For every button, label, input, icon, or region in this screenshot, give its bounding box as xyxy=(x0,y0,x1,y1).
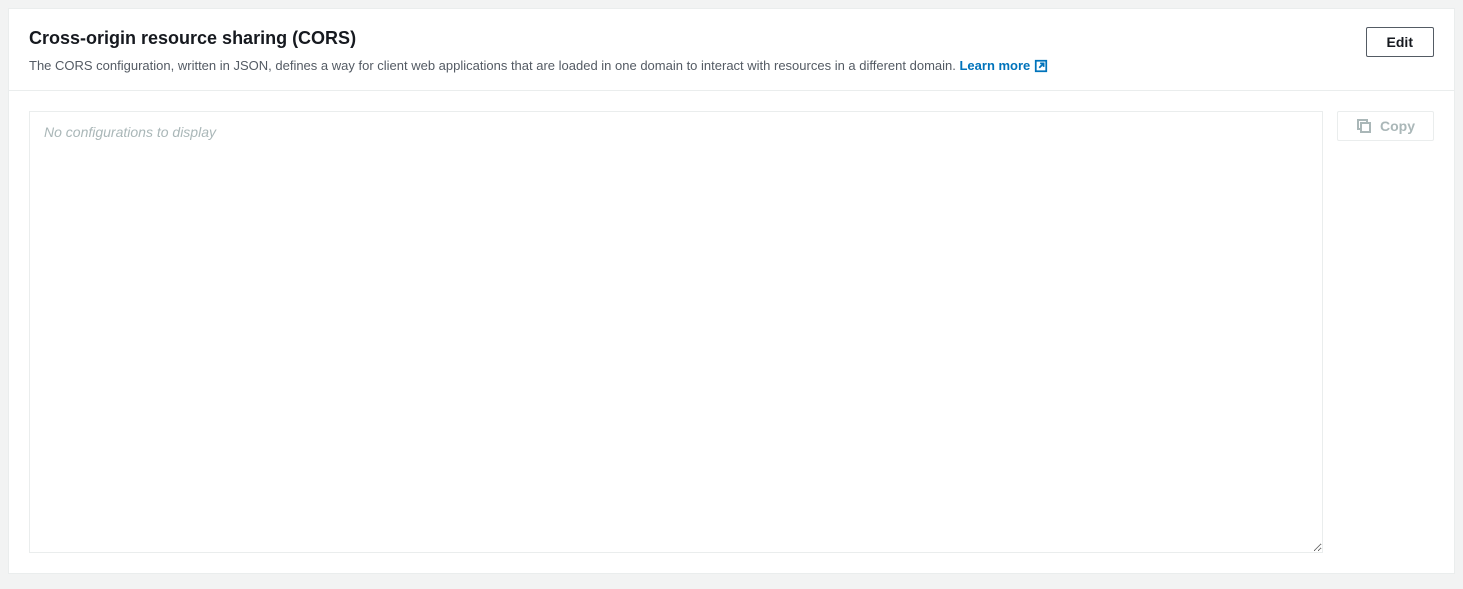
copy-label: Copy xyxy=(1380,118,1415,134)
copy-button[interactable]: Copy xyxy=(1337,111,1434,141)
external-link-icon xyxy=(1034,59,1048,73)
panel-description: The CORS configuration, written in JSON,… xyxy=(29,56,1346,76)
cors-panel: Cross-origin resource sharing (CORS) The… xyxy=(8,8,1455,574)
cors-config-textarea[interactable] xyxy=(29,111,1323,553)
panel-title: Cross-origin resource sharing (CORS) xyxy=(29,27,1346,50)
learn-more-link[interactable]: Learn more xyxy=(959,56,1048,76)
panel-header: Cross-origin resource sharing (CORS) The… xyxy=(9,9,1454,91)
description-text: The CORS configuration, written in JSON,… xyxy=(29,58,959,73)
copy-icon xyxy=(1356,118,1372,134)
header-text-block: Cross-origin resource sharing (CORS) The… xyxy=(29,27,1366,76)
panel-body: Copy xyxy=(9,91,1454,573)
learn-more-label: Learn more xyxy=(959,56,1030,76)
edit-button[interactable]: Edit xyxy=(1366,27,1434,57)
